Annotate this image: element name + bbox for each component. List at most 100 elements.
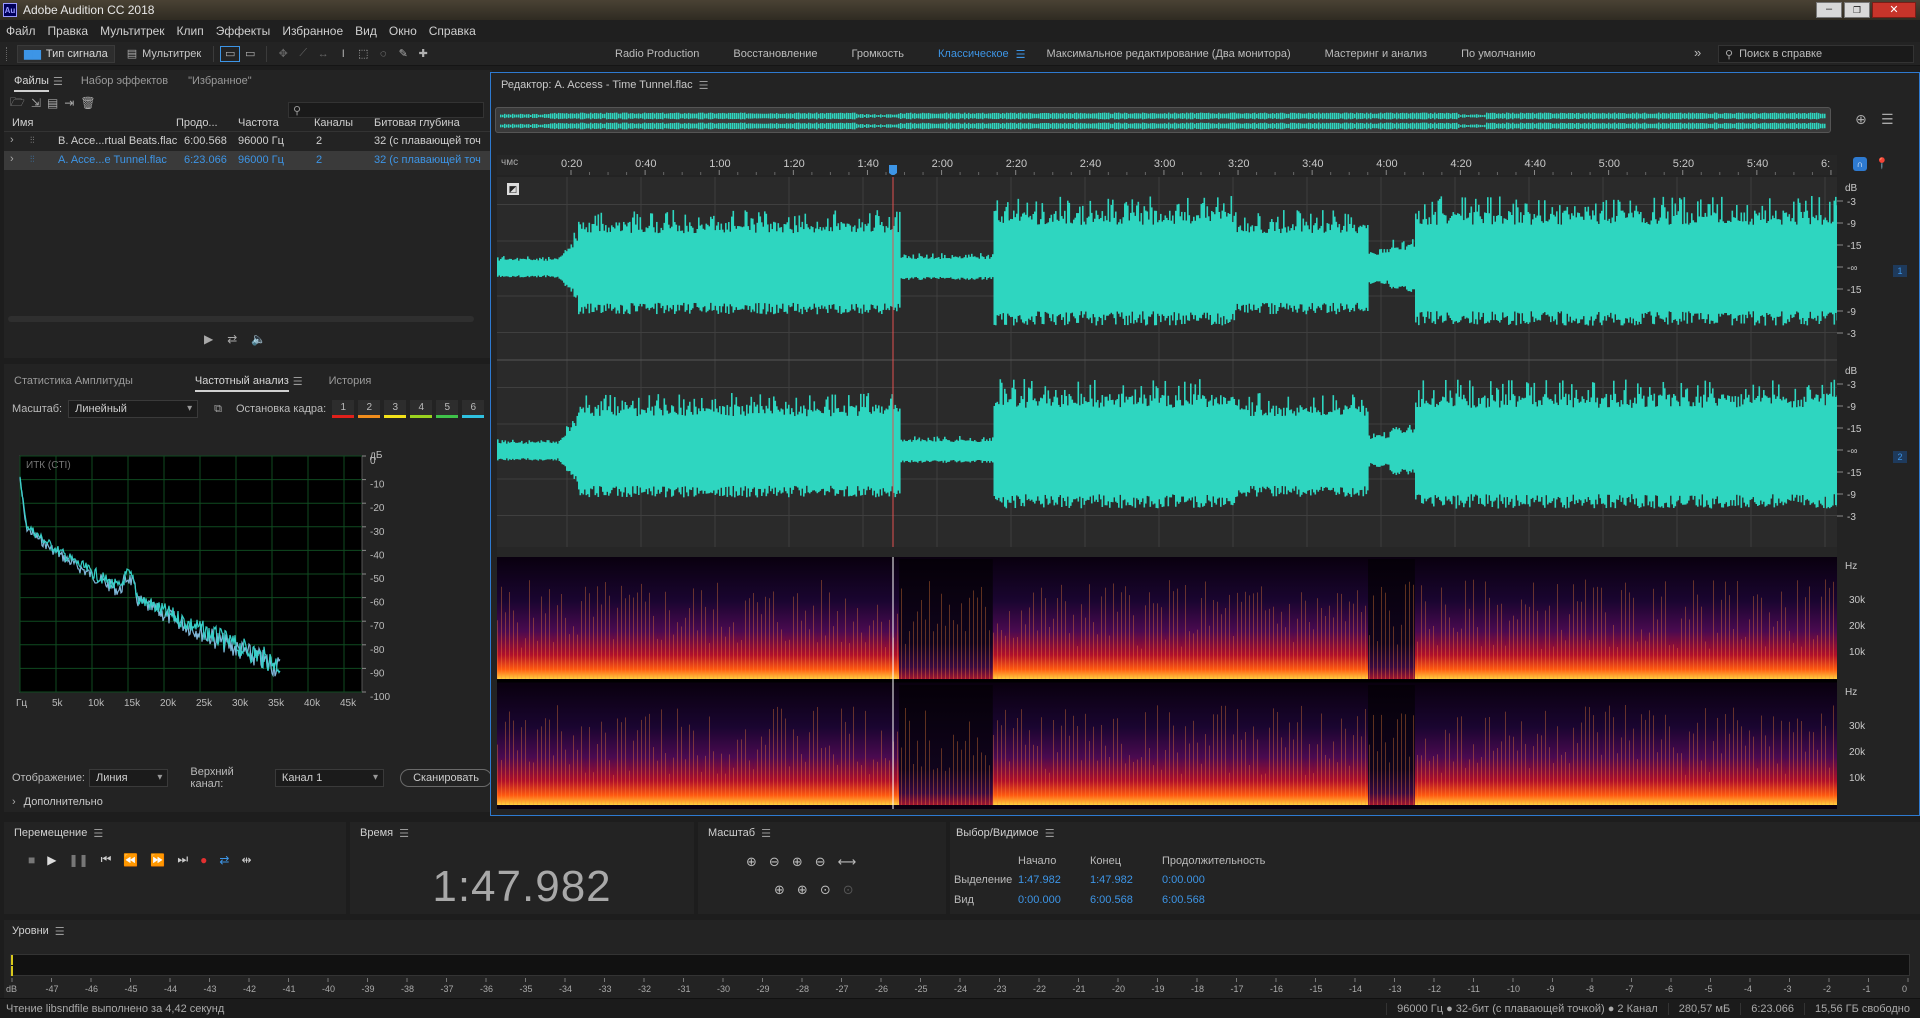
import-icon[interactable]: ⇲ [31, 96, 41, 110]
zoom-menu-icon[interactable]: ☰ [761, 827, 771, 840]
spectral-display[interactable] [497, 557, 1837, 809]
files-tab[interactable]: Файлы [4, 70, 59, 92]
channel-badge-2[interactable]: 2 [1893, 451, 1907, 463]
freeze-slot[interactable]: 1 [332, 400, 355, 418]
multitrack-mode-button[interactable]: ▤ Мультитрек [121, 45, 208, 63]
minimize-button[interactable]: – [1816, 2, 1842, 18]
editor-view-icon[interactable]: ☰ [1881, 111, 1894, 128]
headphones-icon[interactable]: ∩ [1853, 157, 1867, 171]
zoom-out-full-icon[interactable]: ⟷ [838, 854, 857, 870]
files-column-header[interactable]: Имя [12, 117, 33, 129]
menu-item[interactable]: Эффекты [210, 24, 277, 38]
row-expand-icon[interactable]: › [10, 153, 14, 165]
waveform-mode-button[interactable]: ▆▆ Тип сигнала [17, 44, 115, 63]
files-column-header[interactable]: Каналы [314, 117, 353, 129]
workspace-tab[interactable]: Максимальное редактирование (Два монитор… [1030, 48, 1308, 60]
go-to-start-icon[interactable]: ⏮ [101, 852, 112, 867]
workspace-tab[interactable]: Классическое [921, 48, 1026, 60]
go-to-end-icon[interactable]: ⏭ [177, 852, 188, 867]
levels-menu-icon[interactable]: ☰ [55, 925, 65, 938]
move-tool-icon[interactable]: ✥ [273, 46, 293, 62]
workspace-tab[interactable]: По умолчанию [1444, 48, 1552, 60]
files-column-header[interactable]: Частота [238, 117, 279, 129]
freeze-slot[interactable]: 5 [436, 400, 459, 418]
insert-icon[interactable]: ⇥ [64, 96, 74, 110]
view-duration-value[interactable]: 6:00.568 [1162, 894, 1282, 906]
autoplay-icon[interactable]: 🔈 [251, 332, 266, 346]
freeze-slot[interactable]: 4 [410, 400, 433, 418]
slip-tool-icon[interactable]: ↔ [313, 46, 333, 62]
channel-dropdown[interactable]: Канал 1 [274, 769, 385, 787]
zoom-to-selection-icon[interactable]: ⊕ [1855, 111, 1867, 128]
record-icon[interactable]: ● [200, 853, 207, 867]
files-column-header[interactable]: Продо... [176, 117, 218, 129]
overview-bar[interactable] [495, 107, 1831, 133]
analysis-tab[interactable]: История [315, 370, 386, 392]
zoom-in-end-icon[interactable]: ⊕ [797, 882, 808, 898]
menu-item[interactable]: Файл [0, 24, 42, 38]
selection-end-value[interactable]: 1:47.982 [1090, 874, 1162, 886]
marker-pin-icon[interactable]: 📍 [1875, 157, 1889, 170]
view-start-value[interactable]: 0:00.000 [1018, 894, 1090, 906]
files-row[interactable]: › ⫶⫶ A. Acce...e Tunnel.flac 6:23.066 96000 … [4, 151, 492, 170]
time-menu-icon[interactable]: ☰ [399, 827, 409, 840]
fast-forward-icon[interactable]: ⏩ [150, 853, 165, 867]
scale-dropdown[interactable]: Линейный [68, 400, 199, 418]
advanced-toggle[interactable]: Дополнительно [24, 796, 103, 808]
display-dropdown[interactable]: Линия [89, 769, 169, 787]
analysis-tab[interactable]: Частотный анализ [181, 370, 303, 392]
waveform-area[interactable] [497, 177, 1900, 547]
channel-badge-1[interactable]: 1 [1893, 265, 1907, 277]
selection-menu-icon[interactable]: ☰ [1045, 827, 1055, 840]
skip-selection-icon[interactable]: ⇹ [241, 853, 251, 867]
files-scrollbar[interactable] [8, 316, 474, 322]
zoom-out-amplitude-icon[interactable]: ⊖ [769, 854, 780, 870]
lasso-tool-icon[interactable]: ◌ [373, 46, 393, 62]
pause-icon[interactable]: ❚❚ [68, 853, 88, 867]
freeze-toggle-icon[interactable]: ⧉ [214, 403, 222, 416]
analysis-tab[interactable]: Статистика Амплитуды [6, 370, 141, 392]
close-button[interactable]: ✕ [1872, 2, 1916, 18]
analysis-menu-icon[interactable]: ☰ [293, 375, 303, 388]
waveform-view-icon[interactable]: ▭ [220, 45, 241, 62]
spot-healing-icon[interactable]: ✚ [413, 46, 433, 62]
restore-button[interactable]: ❐ [1844, 2, 1870, 18]
stop-icon[interactable]: ■ [28, 853, 35, 867]
transport-menu-icon[interactable]: ☰ [93, 827, 103, 840]
files-tab[interactable]: Набор эффектов [71, 70, 178, 92]
zoom-out-time-icon[interactable]: ⊖ [815, 854, 826, 870]
menu-item[interactable]: Вид [349, 24, 383, 38]
play-icon[interactable]: ▶ [47, 853, 56, 867]
selection-duration-value[interactable]: 0:00.000 [1162, 874, 1282, 886]
files-menu-icon[interactable]: ☰ [53, 75, 63, 88]
workspace-menu-icon[interactable]: ☰ [1016, 48, 1026, 61]
expand-chevron-icon[interactable]: › [12, 796, 16, 808]
loop-icon[interactable]: ⇄ [219, 853, 229, 867]
menu-item[interactable]: Клип [171, 24, 210, 38]
menu-item[interactable]: Мультитрек [94, 24, 170, 38]
loop-preview-icon[interactable]: ⇄ [227, 332, 237, 346]
razor-tool-icon[interactable]: ⟋ [293, 46, 313, 62]
workspace-tab[interactable]: Восстановление [716, 48, 834, 60]
workspace-tab[interactable]: Radio Production [598, 48, 716, 60]
playhead-marker[interactable] [889, 165, 897, 176]
workspace-tab[interactable]: Мастеринг и анализ [1308, 48, 1444, 60]
view-end-value[interactable]: 6:00.568 [1090, 894, 1162, 906]
brush-tool-icon[interactable]: ✎ [393, 46, 413, 62]
files-row[interactable]: › ⫶⫶ B. Acce...rtual Beats.flac 6:00.568 960… [4, 132, 492, 151]
hud-toggle-icon[interactable]: ◩ [507, 183, 519, 195]
selection-start-value[interactable]: 1:47.982 [1018, 874, 1090, 886]
view-divider-handle[interactable] [497, 547, 1837, 557]
time-selection-tool-icon[interactable]: I [333, 46, 353, 62]
play-preview-icon[interactable]: ▶ [204, 332, 213, 346]
zoom-in-amplitude-icon[interactable]: ⊕ [746, 854, 757, 870]
freeze-slot[interactable]: 6 [462, 400, 485, 418]
spectral-view-icon[interactable]: ▭ [240, 46, 260, 62]
workspace-tab[interactable]: Громкость [835, 48, 921, 60]
zoom-in-start-icon[interactable]: ⊕ [774, 882, 785, 898]
files-column-header[interactable]: Битовая глубина [374, 117, 460, 129]
freeze-slot[interactable]: 2 [358, 400, 381, 418]
row-expand-icon[interactable]: › [10, 134, 14, 146]
menu-item[interactable]: Справка [423, 24, 482, 38]
files-tab[interactable]: "Избранное" [178, 70, 262, 92]
